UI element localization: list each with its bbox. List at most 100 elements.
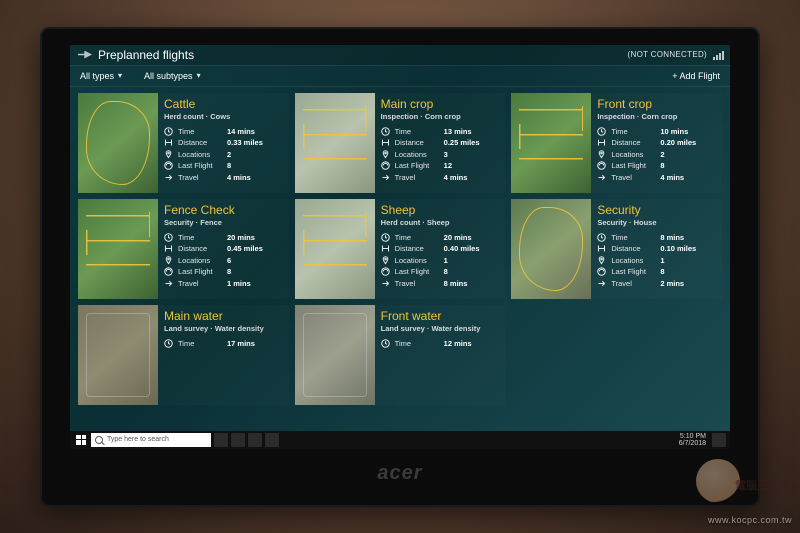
- flight-stats: Time14 minsDistance0.33 milesLocations2L…: [164, 127, 287, 182]
- stat-row: Time 13 mins: [381, 127, 504, 136]
- start-button[interactable]: [74, 433, 88, 447]
- flight-thumbnail: [511, 93, 591, 193]
- stat-label: Last Flight: [611, 267, 655, 276]
- history-icon: [597, 267, 606, 276]
- flight-subtitle: Herd count · Sheep: [381, 218, 504, 227]
- stat-value: 8 mins: [660, 233, 684, 242]
- filter-bar: All types ▾ All subtypes ▾ + Add Flight: [70, 65, 730, 87]
- distance-icon: [164, 244, 173, 253]
- stat-row: Distance 0.25 miles: [381, 138, 504, 147]
- pin-icon: [381, 256, 390, 265]
- clock-icon: [597, 127, 606, 136]
- search-icon: [95, 436, 103, 444]
- stat-value: 2 mins: [660, 279, 684, 288]
- stat-label: Travel: [178, 173, 222, 182]
- stat-row: Travel 4 mins: [164, 173, 287, 182]
- stat-value: 2: [227, 150, 231, 159]
- stat-label: Distance: [395, 138, 439, 147]
- flight-thumbnail: [78, 93, 158, 193]
- taskbar-clock[interactable]: 5:10 PM 6/7/2018: [679, 433, 706, 447]
- arrow-icon: [597, 173, 606, 182]
- stat-row: Travel4 mins: [597, 173, 720, 182]
- flight-path-overlay: [519, 101, 583, 185]
- title-bar: Preplanned flights (NOT CONNECTED): [70, 45, 730, 65]
- stat-label: Time: [395, 127, 439, 136]
- flight-subtitle: Inspection · Corn crop: [381, 112, 504, 121]
- filter-subtype-dropdown[interactable]: All subtypes ▾: [144, 71, 201, 81]
- taskbar-date: 6/7/2018: [679, 440, 706, 447]
- flight-card[interactable]: Front cropInspection · Corn crop Time10 m…: [511, 93, 722, 193]
- windows-taskbar: Type here to search 5:10 PM 6/7/2018: [70, 431, 730, 449]
- stat-label: Distance: [178, 138, 222, 147]
- stat-label: Time: [178, 127, 222, 136]
- stat-row: Time17 mins: [164, 339, 287, 348]
- stat-row: Time12 mins: [381, 339, 504, 348]
- flight-title: Front crop: [597, 97, 720, 111]
- history-icon: [164, 161, 173, 170]
- stat-value: 1: [444, 256, 448, 265]
- arrow-icon: [164, 279, 173, 288]
- stat-row: Locations1: [381, 256, 504, 265]
- flight-thumbnail: [78, 305, 158, 405]
- history-icon: [164, 267, 173, 276]
- stat-label: Travel: [611, 173, 655, 182]
- flight-card[interactable]: Front waterLand survey · Water densityTi…: [295, 305, 506, 405]
- taskbar-app-icon[interactable]: [231, 433, 245, 447]
- flight-card[interactable]: SecuritySecurity · HouseTime8 minsDistan…: [511, 199, 722, 299]
- filter-type-dropdown[interactable]: All types ▾: [80, 71, 122, 81]
- stat-value: 4 mins: [227, 173, 251, 182]
- stat-value: 8: [660, 161, 664, 170]
- task-view-icon[interactable]: [214, 433, 228, 447]
- action-center-icon[interactable]: [712, 433, 726, 447]
- flight-meta: Main waterLand survey · Water densityTim…: [164, 305, 289, 405]
- stat-row: Time10 mins: [597, 127, 720, 136]
- stat-label: Travel: [611, 279, 655, 288]
- flight-card[interactable]: Main waterLand survey · Water densityTim…: [78, 305, 289, 405]
- stat-label: Time: [395, 339, 439, 348]
- flight-card[interactable]: CattleHerd count · CowsTime14 minsDistan…: [78, 93, 289, 193]
- flight-path-overlay: [86, 207, 150, 291]
- stat-value: 13 mins: [444, 127, 472, 136]
- taskbar-app-icon[interactable]: [265, 433, 279, 447]
- stat-label: Locations: [611, 256, 655, 265]
- flight-subtitle: Inspection · Corn crop: [597, 112, 720, 121]
- clock-icon: [597, 233, 606, 242]
- flight-stats: Time17 mins: [164, 339, 287, 348]
- stat-value: 0.45 miles: [227, 244, 263, 253]
- stat-label: Locations: [611, 150, 655, 159]
- clock-icon: [164, 339, 173, 348]
- stat-value: 8 mins: [444, 279, 468, 288]
- stat-row: Last Flight8: [164, 161, 287, 170]
- taskbar-app-icon[interactable]: [248, 433, 262, 447]
- distance-icon: [381, 244, 390, 253]
- flight-card[interactable]: SheepHerd count · Sheep Time20 minsDistan…: [295, 199, 506, 299]
- flight-path-overlay: [519, 207, 583, 291]
- add-flight-button[interactable]: + Add Flight: [672, 71, 720, 81]
- flight-path-overlay: [303, 207, 367, 291]
- connection-status-text: (NOT CONNECTED): [628, 50, 707, 59]
- flight-title: Sheep: [381, 203, 504, 217]
- flight-meta: SheepHerd count · Sheep Time20 minsDistan…: [381, 199, 506, 299]
- stat-label: Travel: [178, 279, 222, 288]
- stat-value: 0.25 miles: [444, 138, 480, 147]
- stat-label: Time: [395, 233, 439, 242]
- taskbar-search[interactable]: Type here to search: [91, 433, 211, 447]
- clock-icon: [164, 233, 173, 242]
- flight-title: Security: [597, 203, 720, 217]
- chevron-down-icon: ▾: [118, 71, 122, 80]
- stat-value: 3: [444, 150, 448, 159]
- flight-stats: Time20 minsDistance0.40 milesLocations1L…: [381, 233, 504, 288]
- stat-row: Last Flight8: [597, 161, 720, 170]
- flight-card[interactable]: Fence CheckSecurity · FenceTime20 minsDi…: [78, 199, 289, 299]
- stat-label: Last Flight: [395, 161, 439, 170]
- flight-subtitle: Security · Fence: [164, 218, 287, 227]
- stat-row: Distance0.45 miles: [164, 244, 287, 253]
- stat-row: Travel 2 mins: [597, 279, 720, 288]
- flight-path-overlay: [86, 313, 150, 397]
- laptop-frame: Preplanned flights (NOT CONNECTED) All t…: [40, 27, 760, 507]
- clock-icon: [381, 339, 390, 348]
- stat-row: Locations3: [381, 150, 504, 159]
- history-icon: [381, 161, 390, 170]
- stat-label: Time: [178, 339, 222, 348]
- flight-card[interactable]: Main cropInspection · Corn cropTime13 mi…: [295, 93, 506, 193]
